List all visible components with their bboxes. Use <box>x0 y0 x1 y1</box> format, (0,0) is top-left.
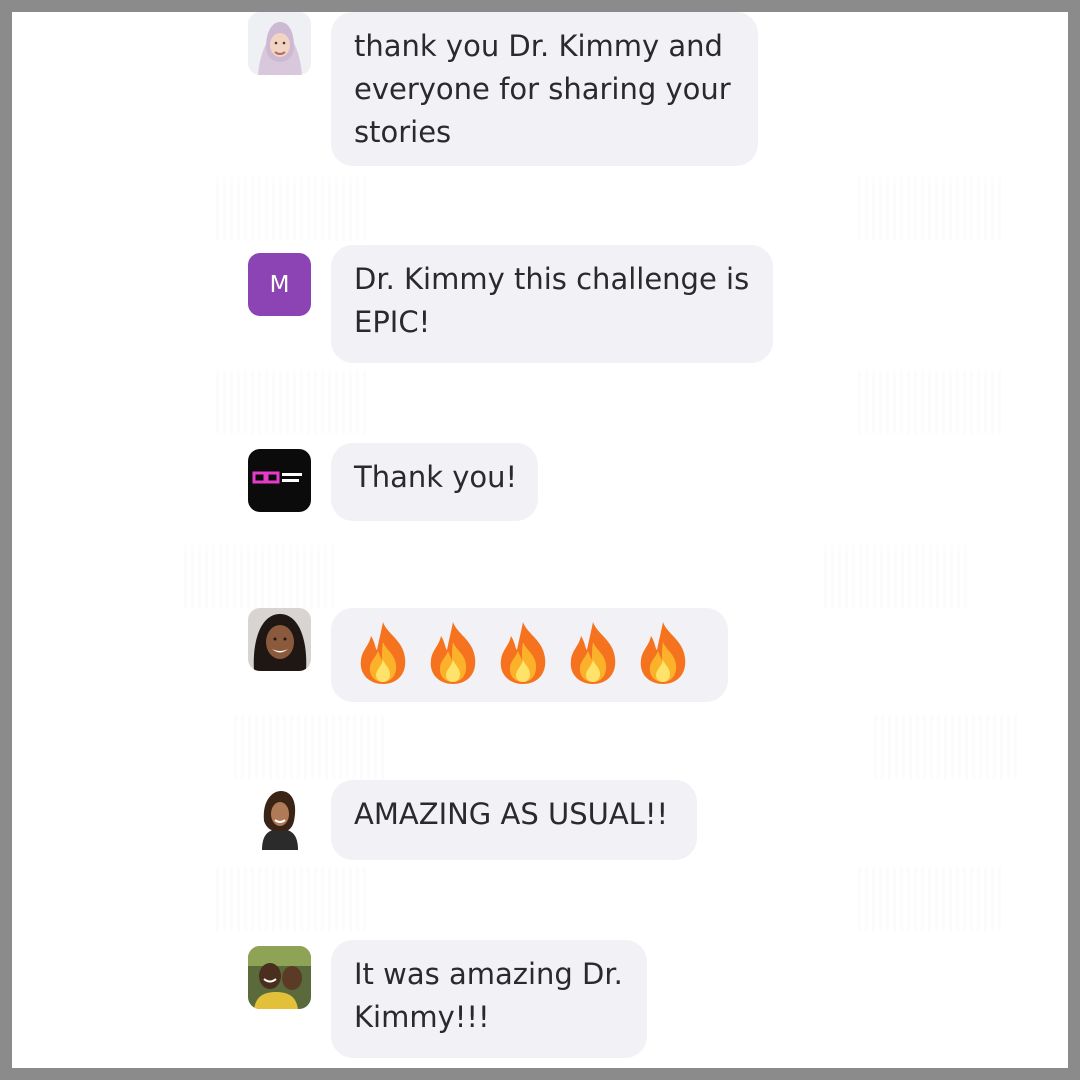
ghost-artifact <box>234 715 384 779</box>
ghost-artifact <box>858 867 1003 931</box>
message-text-line: thank you Dr. Kimmy and <box>354 29 723 63</box>
message-text-line: It was amazing Dr. <box>354 957 623 991</box>
group-selfie-avatar-icon <box>248 946 311 1009</box>
message-bubble <box>331 608 728 702</box>
avatar[interactable] <box>248 787 311 850</box>
message-text-line: Thank you! <box>354 460 518 494</box>
message-text-line: stories <box>354 115 452 149</box>
chat-frame: thank you Dr. Kimmy and everyone for sha… <box>12 12 1068 1068</box>
ghost-artifact <box>184 545 334 609</box>
message-text-line: Dr. Kimmy this challenge is <box>354 262 750 296</box>
message-bubble: Thank you! <box>331 443 538 521</box>
message-text-line: AMAZING AS USUAL!! <box>354 797 669 831</box>
fire-icon <box>561 620 625 686</box>
fire-icon <box>491 620 555 686</box>
ghost-artifact <box>858 177 1003 241</box>
ghost-artifact <box>216 370 366 434</box>
ghost-artifact <box>874 715 1019 779</box>
avatar[interactable] <box>248 449 311 512</box>
message-text-line: everyone for sharing your <box>354 72 731 106</box>
fire-icon <box>351 620 415 686</box>
message-bubble: AMAZING AS USUAL!! <box>331 780 697 860</box>
message-text-line: Kimmy!!! <box>354 1000 490 1034</box>
avatar[interactable] <box>248 946 311 1009</box>
message-text-line: EPIC! <box>354 305 431 339</box>
emoji-row <box>351 616 708 686</box>
ghost-artifact <box>216 177 366 241</box>
ghost-artifact <box>216 867 366 931</box>
message-bubble: thank you Dr. Kimmy and everyone for sha… <box>331 12 758 166</box>
avatar[interactable] <box>248 12 311 75</box>
avatar-letter[interactable]: M <box>248 253 311 316</box>
fire-icon <box>631 620 695 686</box>
woman-portrait-avatar-icon <box>248 787 311 850</box>
ghost-artifact <box>858 370 1003 434</box>
woman-smiling-avatar-icon <box>248 608 311 671</box>
ghost-artifact <box>824 545 969 609</box>
capital-dynasty-logo-icon <box>248 449 311 512</box>
woman-hijab-avatar-icon <box>248 12 311 75</box>
message-bubble: It was amazing Dr. Kimmy!!! <box>331 940 647 1058</box>
fire-icon <box>421 620 485 686</box>
message-bubble: Dr. Kimmy this challenge is EPIC! <box>331 245 773 363</box>
avatar[interactable] <box>248 608 311 671</box>
